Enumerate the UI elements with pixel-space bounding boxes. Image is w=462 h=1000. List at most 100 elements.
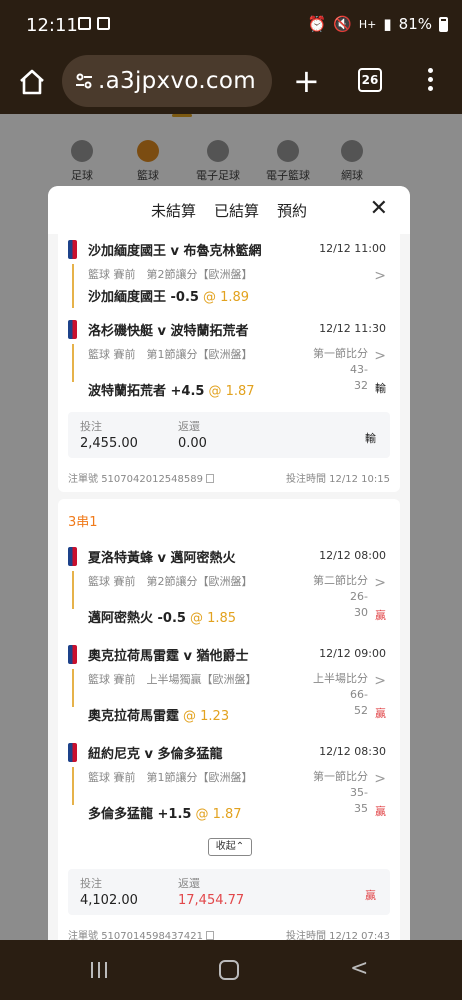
match-time: 12/12 09:00	[319, 647, 386, 660]
bet-selection: 奧克拉荷馬雷霆 @ 1.23	[88, 709, 230, 724]
bet-selection: 邁阿密熱火 -0.5 @ 1.85	[88, 611, 237, 626]
bet-time: 投注時間 12/12 07:43	[285, 931, 390, 940]
bet-leg[interactable]: 夏洛特黃蜂 v 邁阿密熱火 12/12 08:00 籃球 賽前 第2節讓分【歐洲…	[58, 545, 400, 626]
bet-leg[interactable]: 沙加緬度國王 v 布魯克林籃網 12/12 11:00 籃球 賽前 第2節讓分【…	[58, 238, 400, 308]
stake-label: 投注	[80, 420, 102, 433]
leg-result: 輸	[375, 382, 386, 395]
chevron-right-icon[interactable]: >	[374, 268, 386, 284]
site-settings-icon[interactable]	[74, 71, 94, 91]
market-info: 籃球 賽前 第1節讓分【歐洲盤】	[88, 348, 253, 361]
bet-leg[interactable]: 紐約尼克 v 多倫多猛龍 12/12 08:30 籃球 賽前 第1節讓分【歐洲盤…	[58, 741, 400, 822]
bet-leg[interactable]: 奧克拉荷馬雷霆 v 猶他爵士 12/12 09:00 籃球 賽前 上半場獨贏【歐…	[58, 643, 400, 724]
score-info: 第二節比分 26- 30	[313, 574, 368, 619]
match-time: 12/12 11:30	[319, 322, 386, 335]
match-title: 沙加緬度國王 v 布魯克林籃網	[88, 244, 262, 259]
stake-summary: 投注 2,455.00 返還 0.00 輸	[68, 412, 390, 458]
return-value: 17,454.77	[178, 893, 245, 908]
return-label: 返還	[178, 877, 200, 890]
notification-icons	[78, 17, 110, 30]
home-icon[interactable]	[16, 66, 48, 98]
bet-selection: 沙加緬度國王 -0.5 @ 1.89	[88, 290, 250, 305]
bet-card: 沙加緬度國王 v 布魯克林籃網 12/12 11:00 籃球 賽前 第2節讓分【…	[58, 218, 400, 492]
status-bar: 12:11 ⏰ 🔇 H+ ▮ 81%	[0, 0, 462, 52]
bet-leg[interactable]: 洛杉磯快艇 v 波特蘭拓荒者 12/12 11:30 籃球 賽前 第1節讓分【歐…	[58, 318, 400, 399]
url-text: .a3jpxvo.com	[98, 68, 256, 94]
score-info: 第一節比分 35- 35	[313, 770, 368, 815]
clock: 12:11	[26, 15, 78, 36]
stake-value: 4,102.00	[80, 893, 138, 908]
gallery-notification-icon	[78, 17, 91, 30]
odds: @ 1.87	[195, 807, 242, 822]
leg-divider	[72, 767, 74, 805]
new-tab-icon[interactable]: +	[293, 65, 320, 97]
system-icons: ⏰ 🔇 H+ ▮ 81%	[308, 15, 448, 33]
score-info: 上半場比分 66- 52	[313, 672, 368, 717]
chevron-right-icon[interactable]: >	[374, 771, 386, 787]
leg-divider	[72, 264, 74, 308]
collapse-button[interactable]: 收起⌃	[208, 838, 252, 856]
bet-card: 3串1 夏洛特黃蜂 v 邁阿密熱火 12/12 08:00 籃球 賽前 第2節讓…	[58, 499, 400, 940]
match-title: 洛杉磯快艇 v 波特蘭拓荒者	[88, 324, 249, 339]
nba-logo-icon	[68, 547, 77, 566]
nba-logo-icon	[68, 320, 77, 339]
market-info: 籃球 賽前 第2節讓分【歐洲盤】	[88, 575, 253, 588]
bet-footer: 注單號 5107014598437421 投注時間 12/12 07:43	[68, 927, 390, 940]
browser-toolbar: .a3jpxvo.com + 26	[0, 52, 462, 114]
match-time: 12/12 11:00	[319, 242, 386, 255]
bet-time: 投注時間 12/12 10:15	[285, 474, 390, 485]
alarm-icon: ⏰	[307, 15, 327, 33]
battery-percent: 81%	[398, 15, 432, 33]
odds: @ 1.89	[202, 290, 250, 305]
chevron-right-icon[interactable]: >	[374, 348, 386, 364]
recent-apps-icon[interactable]	[91, 962, 107, 978]
system-nav-bar: <	[0, 940, 462, 1000]
order-label: 注單號	[68, 474, 98, 485]
order-number: 5107014598437421	[101, 931, 203, 940]
odds: @ 1.87	[208, 384, 255, 399]
chevron-right-icon[interactable]: >	[374, 673, 386, 689]
network-type: H+	[358, 17, 377, 31]
bet-history-sheet: 未結算 已結算 預約 ✕ 沙加緬度國王 v 布魯克林籃網 12/12 11:00…	[48, 186, 410, 940]
home-nav-icon[interactable]	[219, 960, 239, 980]
address-bar[interactable]: .a3jpxvo.com	[62, 55, 272, 107]
stake-value: 2,455.00	[80, 436, 138, 451]
bet-status: 贏	[365, 889, 376, 902]
leg-result: 贏	[375, 805, 386, 818]
stake-label: 投注	[80, 877, 102, 890]
order-label: 注單號	[68, 931, 98, 940]
match-title: 夏洛特黃蜂 v 邁阿密熱火	[88, 551, 236, 566]
copy-icon[interactable]	[205, 474, 214, 483]
mute-icon: 🔇	[333, 15, 352, 33]
bet-selection: 多倫多猛龍 +1.5 @ 1.87	[88, 807, 242, 822]
return-value: 0.00	[178, 436, 207, 451]
odds: @ 1.23	[183, 709, 230, 724]
copy-icon[interactable]	[205, 931, 214, 940]
order-number: 5107042012548589	[101, 474, 203, 485]
back-icon[interactable]: <	[350, 956, 368, 981]
return-label: 返還	[178, 420, 200, 433]
market-info: 籃球 賽前 上半場獨贏【歐洲盤】	[88, 673, 257, 686]
market-info: 籃球 賽前 第1節讓分【歐洲盤】	[88, 771, 253, 784]
leg-result: 贏	[375, 707, 386, 720]
parlay-label: 3串1	[68, 515, 98, 530]
odds: @ 1.85	[189, 611, 237, 626]
leg-divider	[72, 669, 74, 707]
leg-result: 贏	[375, 609, 386, 622]
bet-footer: 注單號 5107042012548589 投注時間 12/12 10:15	[68, 470, 390, 485]
chevron-right-icon[interactable]: >	[374, 575, 386, 591]
overflow-menu-icon[interactable]	[428, 68, 433, 91]
match-title: 奧克拉荷馬雷霆 v 猶他爵士	[88, 649, 249, 664]
tab-switcher-button[interactable]: 26	[358, 68, 382, 92]
stake-summary: 投注 4,102.00 返還 17,454.77 贏	[68, 869, 390, 915]
nba-logo-icon	[68, 743, 77, 762]
signal-icon: ▮	[383, 15, 392, 33]
match-time: 12/12 08:30	[319, 745, 386, 758]
match-title: 紐約尼克 v 多倫多猛龍	[88, 747, 223, 762]
score-info: 第一節比分 43- 32	[313, 347, 368, 392]
leg-divider	[72, 344, 74, 382]
bet-status: 輸	[365, 432, 376, 445]
leg-divider	[72, 571, 74, 609]
battery-icon	[439, 16, 448, 32]
nba-logo-icon	[68, 240, 77, 259]
nba-logo-icon	[68, 645, 77, 664]
